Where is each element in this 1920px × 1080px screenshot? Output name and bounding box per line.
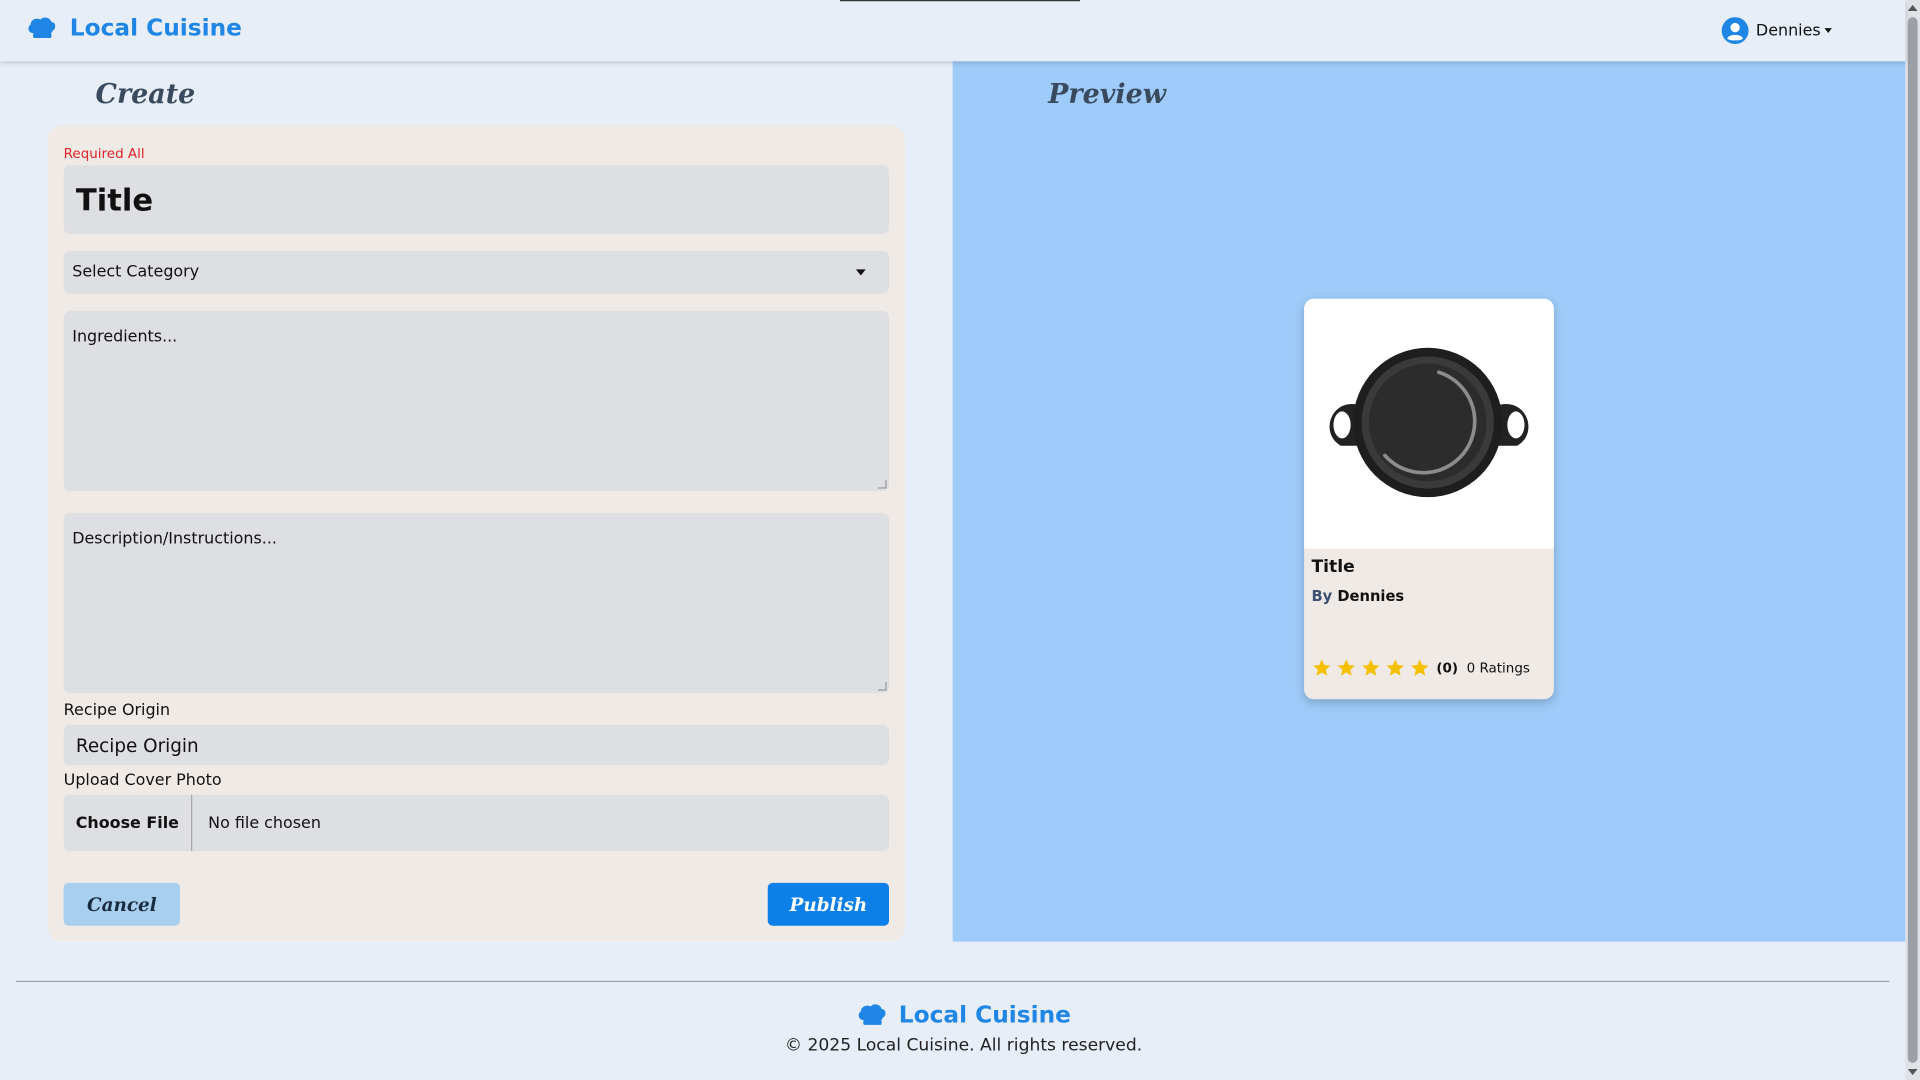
title-input[interactable]: Title <box>63 165 889 234</box>
recipe-cover-image <box>1304 298 1554 549</box>
card-author: Dennies <box>1337 587 1405 605</box>
create-heading: Create <box>95 78 196 111</box>
recipe-preview-card[interactable]: Title By Dennies (0) 0 Ratings <box>1304 298 1554 700</box>
ratings-text: 0 Ratings <box>1466 660 1530 676</box>
star-icon[interactable] <box>1336 658 1357 679</box>
user-avatar-icon <box>1721 17 1749 45</box>
preview-heading: Preview <box>1048 78 1166 111</box>
cancel-button[interactable]: Cancel <box>63 882 181 926</box>
copyright-text: © 2025 Local Cuisine. All rights reserve… <box>784 1035 1143 1056</box>
star-icon[interactable] <box>1409 658 1430 679</box>
category-select-value: Select Category <box>72 263 200 282</box>
rating-count: (0) <box>1436 660 1459 676</box>
resize-handle-icon[interactable] <box>877 480 887 489</box>
origin-input[interactable]: Recipe Origin <box>63 724 889 766</box>
scrollbar-thumb[interactable] <box>1907 17 1918 1063</box>
category-select[interactable]: Select Category <box>63 251 889 294</box>
scroll-up-icon[interactable] <box>1907 4 1918 12</box>
origin-label: Recipe Origin <box>63 701 171 721</box>
rating-stars: (0) 0 Ratings <box>1311 658 1530 679</box>
choose-file-button[interactable]: Choose File <box>64 794 193 852</box>
brand-logo[interactable]: Local Cuisine <box>27 15 242 42</box>
upload-label: Upload Cover Photo <box>63 771 222 790</box>
footer-divider <box>15 980 1890 983</box>
star-icon[interactable] <box>1360 658 1381 679</box>
brand-name: Local Cuisine <box>69 14 242 42</box>
cover-photo-file-input: Choose File No file chosen <box>63 794 889 852</box>
card-title: Title <box>1311 557 1355 577</box>
star-icon[interactable] <box>1311 658 1332 679</box>
scroll-down-icon[interactable] <box>1907 1068 1918 1076</box>
cooking-pot-icon <box>1329 347 1529 498</box>
app-root: Local Cuisine Dennies Create Required Al… <box>0 0 1920 1080</box>
card-author-line: By Dennies <box>1311 588 1404 605</box>
resize-handle-icon[interactable] <box>877 682 887 691</box>
top-divider <box>840 0 1081 2</box>
ingredients-textarea[interactable]: Ingredients... <box>63 311 889 492</box>
chef-hat-icon <box>28 17 56 38</box>
page-scrollbar[interactable] <box>1905 0 1920 1080</box>
user-name: Dennies <box>1755 21 1821 40</box>
required-note: Required All <box>63 145 145 162</box>
footer-brand[interactable]: Local Cuisine <box>857 1002 1071 1029</box>
user-menu[interactable]: Dennies <box>1721 17 1832 45</box>
star-icon[interactable] <box>1385 658 1406 679</box>
by-label: By <box>1311 587 1333 605</box>
publish-button[interactable]: Publish <box>767 882 889 926</box>
chevron-down-icon <box>855 269 866 276</box>
chevron-down-icon <box>1824 28 1832 34</box>
ingredients-placeholder: Ingredients... <box>72 328 178 347</box>
description-textarea[interactable]: Description/Instructions... <box>63 513 889 694</box>
top-navbar: Local Cuisine Dennies <box>0 0 1906 62</box>
description-placeholder: Description/Instructions... <box>72 530 277 549</box>
footer-brand-name: Local Cuisine <box>898 1001 1071 1029</box>
chef-hat-icon <box>858 1004 886 1025</box>
file-status: No file chosen <box>208 813 321 833</box>
